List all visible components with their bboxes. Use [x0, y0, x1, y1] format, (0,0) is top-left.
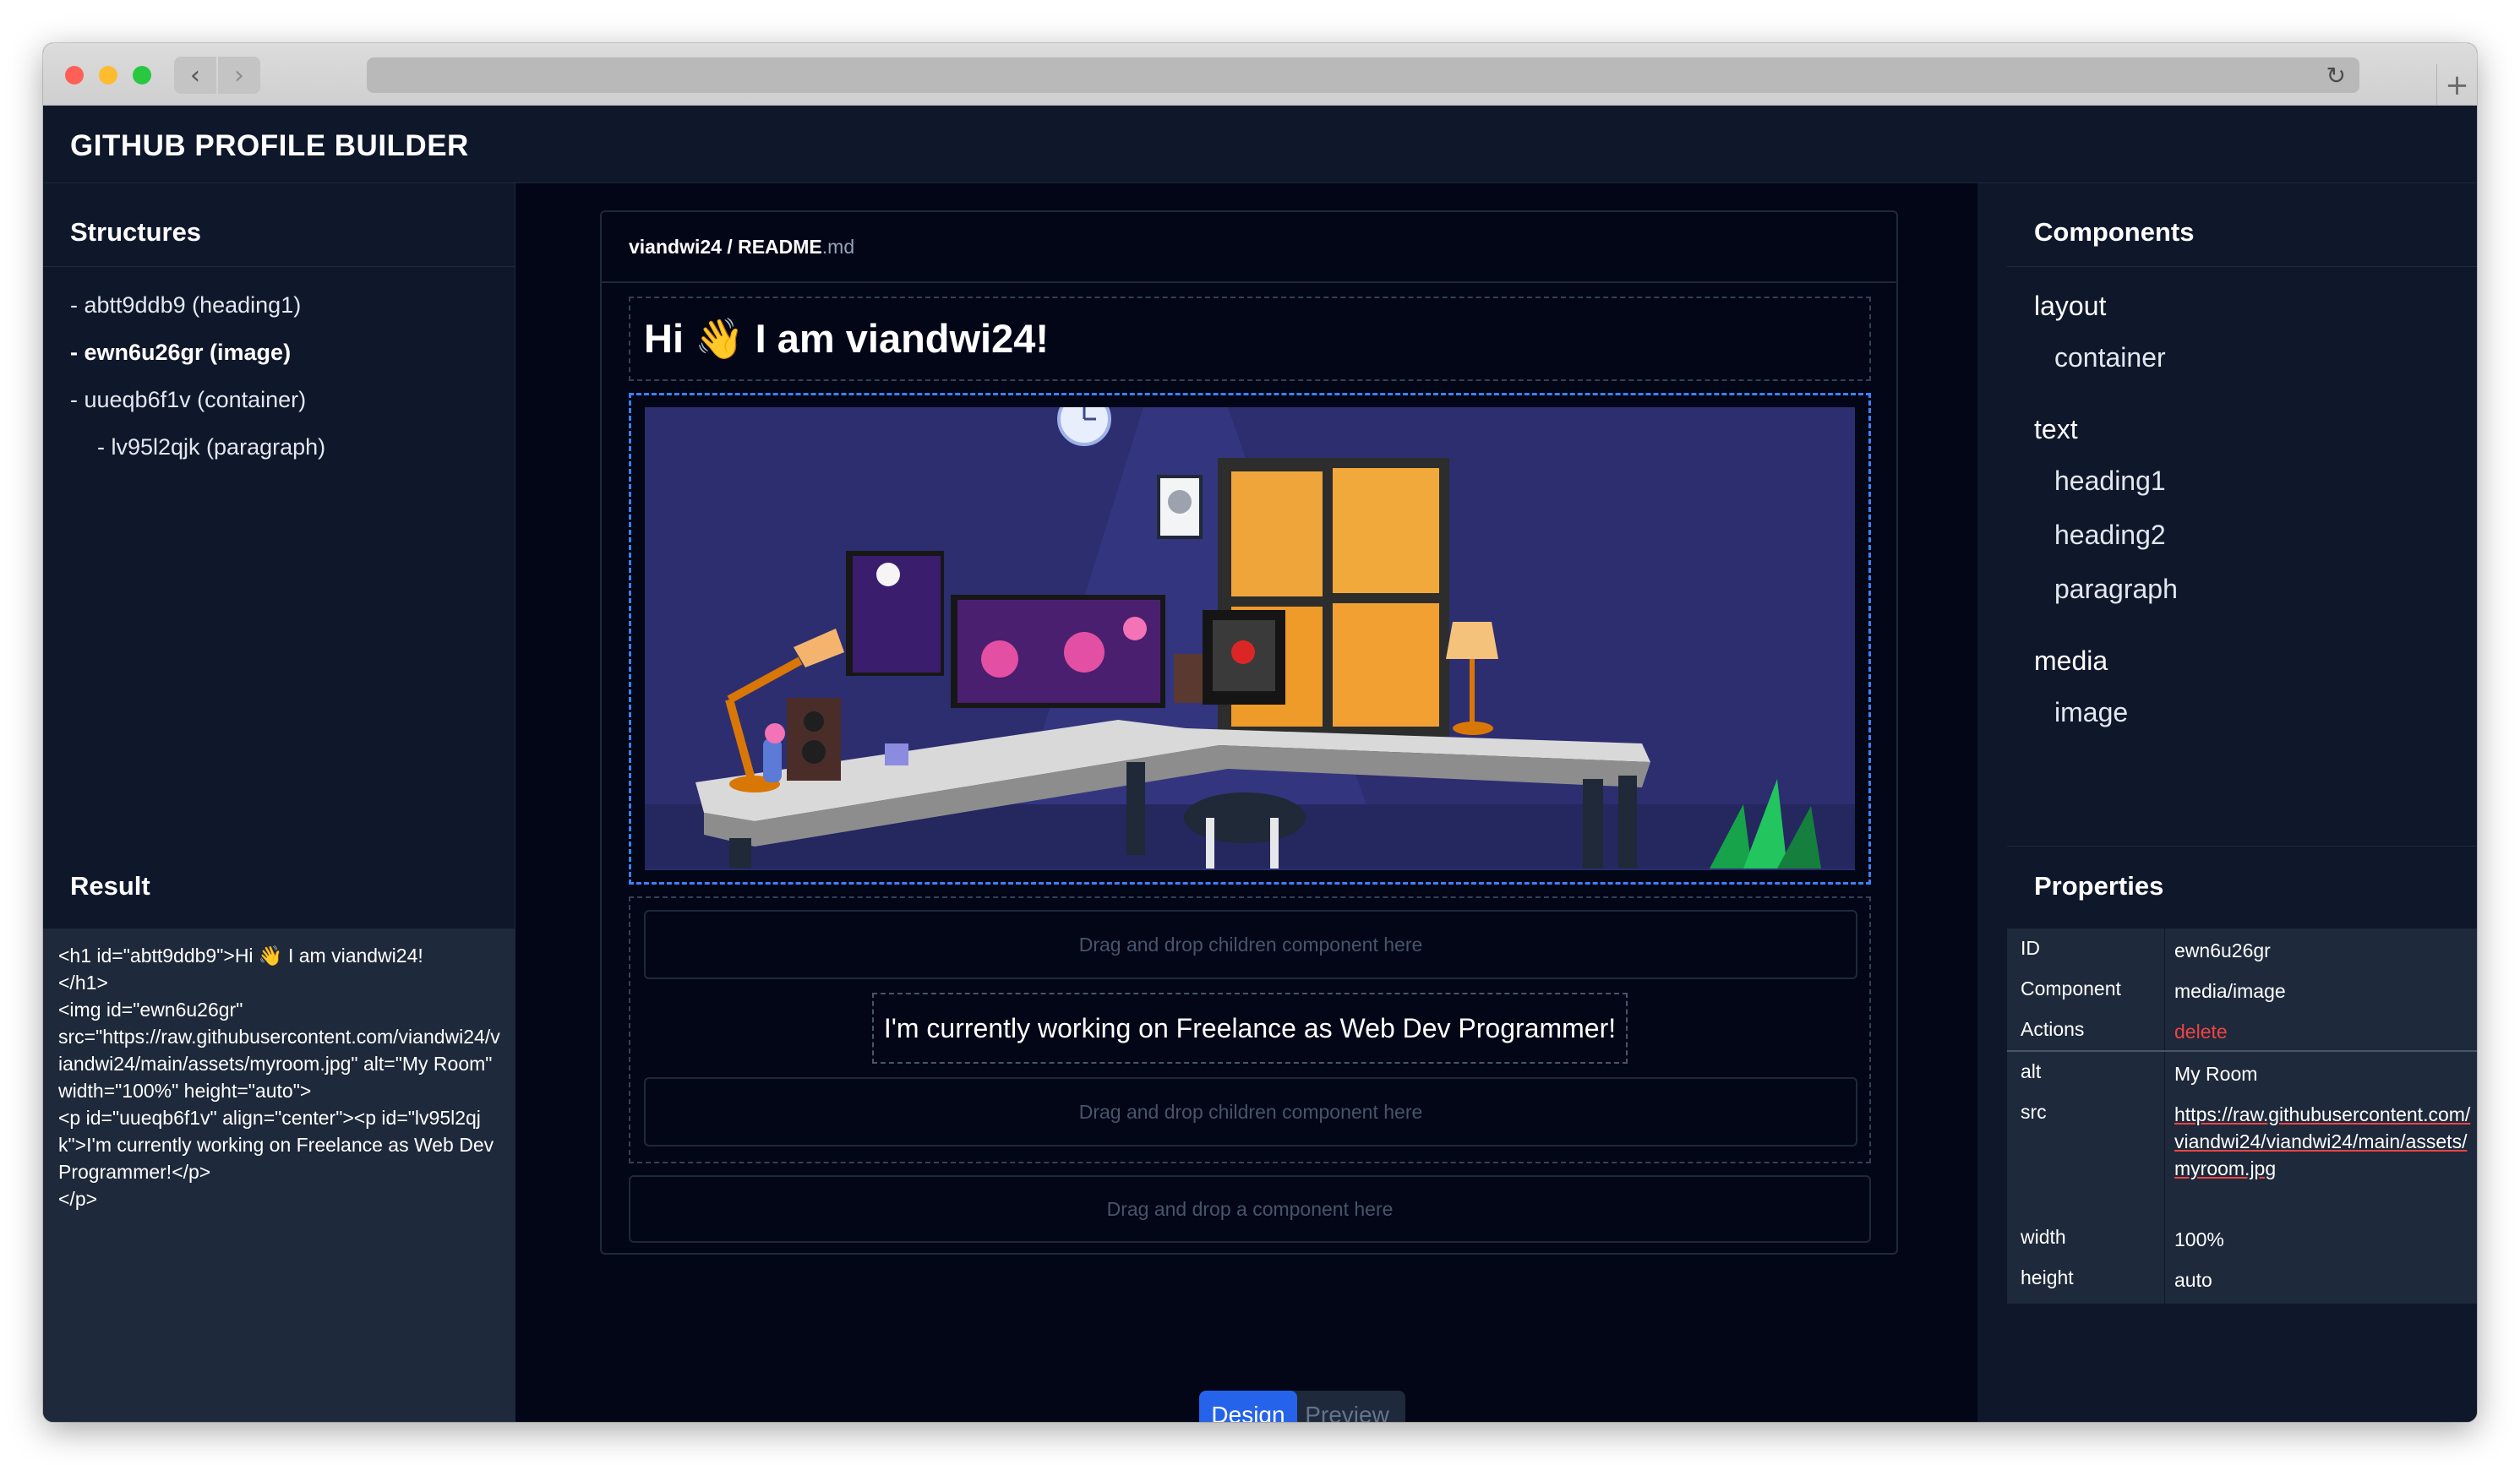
props-separator: [2007, 1050, 2477, 1052]
prop-alt-input[interactable]: My Room: [2164, 1060, 2477, 1087]
component-heading2[interactable]: heading2: [2034, 508, 2178, 562]
result-title: Result: [70, 871, 150, 901]
design-mode-button[interactable]: Design: [1199, 1391, 1297, 1422]
editor-canvas: viandwi24 / README .md Hi 👋 I am viandwi2…: [515, 183, 1977, 1422]
room-illustration: [645, 407, 1855, 870]
prop-component-label: Component: [2021, 978, 2121, 999]
prop-component-value: media/image: [2174, 980, 2286, 1002]
plus-icon: +: [2445, 68, 2469, 102]
app-header: GITHUB PROFILE BUILDER: [43, 106, 2477, 183]
properties-title: Properties: [2034, 871, 2164, 901]
group-layout: layout: [2034, 291, 2107, 321]
properties-table: ID ewn6u26gr Component media/image Actio…: [2007, 929, 2477, 1304]
prop-row-actions: Actions delete: [2007, 1018, 2477, 1045]
prop-alt-label: alt: [2021, 1060, 2042, 1082]
component-image[interactable]: image: [2034, 685, 2178, 739]
prop-row-height: height auto: [2007, 1266, 2477, 1293]
prop-height-input[interactable]: auto: [2164, 1266, 2477, 1293]
address-bar[interactable]: ↻: [367, 57, 2359, 93]
chevron-left-icon: ‹: [190, 60, 200, 90]
delete-button[interactable]: delete: [2164, 1018, 2477, 1045]
group-text: text: [2034, 414, 2078, 444]
prop-src-label: src: [2021, 1101, 2047, 1123]
structures-divider: [43, 266, 515, 267]
document-header: viandwi24 / README .md: [602, 212, 1896, 283]
structure-item-paragraph[interactable]: - lv95l2qjk (paragraph): [70, 423, 325, 471]
root-drop-zone[interactable]: Drag and drop a component here: [629, 1175, 1871, 1243]
forward-button[interactable]: ›: [218, 57, 260, 94]
new-tab-button[interactable]: +: [2436, 64, 2477, 106]
properties-divider-top: [2007, 846, 2477, 847]
prop-id-value: ewn6u26gr: [2174, 939, 2271, 961]
preview-mode-button[interactable]: Preview: [1297, 1391, 1397, 1422]
mode-toggle: Design Preview: [1199, 1391, 1405, 1422]
repo-path: viandwi24 / README: [629, 235, 822, 258]
prop-actions-label: Actions: [2021, 1018, 2085, 1040]
right-sidebar: Components layout container text heading…: [2007, 183, 2477, 1422]
paragraph-block[interactable]: I'm currently working on Freelance as We…: [872, 993, 1628, 1064]
browser-titlebar: ‹ › ↻ +: [43, 43, 2477, 106]
heading1-block[interactable]: Hi 👋 I am viandwi24!: [629, 297, 1871, 381]
prop-row-alt: alt My Room: [2007, 1060, 2477, 1087]
prop-row-component: Component media/image: [2007, 978, 2477, 1005]
component-heading1[interactable]: heading1: [2034, 454, 2178, 508]
prop-src-input[interactable]: https://raw.githubusercontent.com/viandw…: [2164, 1101, 2477, 1182]
structure-tree: - abtt9ddb9 (heading1) - ewn6u26gr (imag…: [70, 281, 325, 471]
structure-item-container[interactable]: - uueqb6f1v (container): [70, 376, 325, 423]
chevron-right-icon: ›: [234, 60, 244, 90]
structure-item-image[interactable]: - ewn6u26gr (image): [70, 329, 325, 376]
prop-width-input[interactable]: 100%: [2164, 1226, 2477, 1253]
components-title: Components: [2034, 217, 2195, 247]
browser-window: ‹ › ↻ + GITHUB PROFILE BUILDER Structure…: [43, 43, 2477, 1422]
container-block[interactable]: Drag and drop children component here I'…: [629, 896, 1871, 1163]
prop-width-label: width: [2021, 1226, 2066, 1248]
panel-gutter: [1977, 183, 2007, 1422]
app-title: GITHUB PROFILE BUILDER: [70, 129, 469, 162]
minimize-window-button[interactable]: [99, 66, 117, 84]
result-code[interactable]: <h1 id="abtt9ddb9">Hi 👋 I am viandwi24! …: [43, 929, 515, 1422]
prop-row-src: src https://raw.githubusercontent.com/vi…: [2007, 1101, 2477, 1182]
file-extension: .md: [821, 235, 855, 258]
close-window-button[interactable]: [65, 66, 84, 84]
left-sidebar: Structures - abtt9ddb9 (heading1) - ewn6…: [43, 183, 515, 1422]
structures-title: Structures: [70, 217, 202, 247]
prop-row-id: ID ewn6u26gr: [2007, 937, 2477, 964]
components-divider: [2007, 266, 2477, 267]
prop-height-label: height: [2021, 1266, 2074, 1288]
back-button[interactable]: ‹: [174, 57, 216, 94]
group-media: media: [2034, 645, 2108, 676]
component-container[interactable]: container: [2034, 330, 2178, 384]
room-image: [645, 407, 1855, 870]
structure-item-heading1[interactable]: - abtt9ddb9 (heading1): [70, 281, 325, 329]
children-drop-zone-bottom[interactable]: Drag and drop children component here: [644, 1077, 1857, 1146]
maximize-window-button[interactable]: [133, 66, 151, 84]
prop-id-label: ID: [2021, 937, 2040, 959]
children-drop-zone-top[interactable]: Drag and drop children component here: [644, 910, 1857, 979]
heading1-text: Hi 👋 I am viandwi24!: [644, 316, 1050, 361]
reload-icon[interactable]: ↻: [2326, 62, 2346, 90]
prop-row-width: width 100%: [2007, 1226, 2477, 1253]
image-block-selected[interactable]: [629, 393, 1871, 885]
component-palette: layout container text heading1 heading2 …: [2034, 281, 2178, 739]
component-paragraph[interactable]: paragraph: [2034, 562, 2178, 616]
readme-document: viandwi24 / README .md Hi 👋 I am viandwi2…: [600, 210, 1898, 1255]
